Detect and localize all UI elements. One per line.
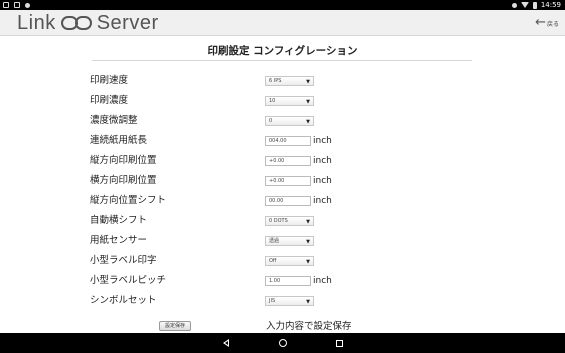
unit-label: inch: [313, 176, 332, 186]
setting-label: 印刷濃度: [90, 95, 129, 106]
setting-row-print-speed: 印刷速度 6 IPS ▼: [0, 74, 565, 90]
select-value: 0: [269, 118, 273, 124]
select-value: 0 DOTS: [269, 218, 288, 224]
status-time: 14:59: [540, 1, 561, 9]
dropdown-caret-icon: ▼: [306, 219, 310, 225]
unit-label: inch: [313, 196, 332, 206]
select-value: Off: [269, 258, 277, 264]
setting-row-horizontal-position: 横方向印刷位置 +0.00 inch: [0, 174, 565, 190]
linkserver-logo: Link Server: [17, 12, 159, 34]
title-divider: [92, 60, 472, 61]
battery-icon: [532, 1, 537, 9]
setting-label: 小型ラベル印字: [90, 255, 157, 266]
nav-recents-button[interactable]: [333, 337, 345, 349]
unit-label: inch: [313, 136, 332, 146]
setting-row-continuous-length: 連続紙用紙長 004.00 inch: [0, 134, 565, 150]
dropdown-caret-icon: ▼: [306, 299, 310, 305]
dropdown-caret-icon: ▼: [306, 239, 310, 245]
setting-row-auto-horizontal-shift: 自動横シフト 0 DOTS ▼: [0, 214, 565, 230]
arrow-left-icon: ←: [535, 15, 546, 30]
android-nav-bar: [0, 333, 565, 353]
density-adjust-select[interactable]: 0 ▼: [265, 116, 314, 126]
setting-row-small-label-pitch: 小型ラベルピッチ 1.00 inch: [0, 274, 565, 290]
print-density-select[interactable]: 10 ▼: [265, 96, 314, 106]
unit-label: inch: [313, 156, 332, 166]
print-speed-select[interactable]: 6 IPS ▼: [265, 76, 314, 86]
save-section: 設定保存 入力内容で設定保存: [0, 320, 565, 334]
setting-label: 用紙センサー: [90, 235, 148, 246]
setting-label: シンボルセット: [90, 295, 157, 306]
back-label: 戻る: [546, 20, 559, 28]
continuous-length-input[interactable]: 004.00: [265, 136, 311, 146]
small-label-print-select[interactable]: Off ▼: [265, 256, 314, 266]
back-triangle-icon: [223, 339, 229, 347]
dropdown-caret-icon: ▼: [306, 259, 310, 265]
horizontal-position-input[interactable]: +0.00: [265, 176, 311, 186]
setting-row-symbol-set: シンボルセット JIS ▼: [0, 294, 565, 310]
dropdown-caret-icon: ▼: [306, 99, 310, 105]
recents-square-icon: [335, 339, 343, 347]
voicemail-icon: [14, 2, 20, 8]
save-settings-button[interactable]: 設定保存: [159, 321, 191, 331]
logo-text-link: Link: [17, 11, 56, 34]
setting-label: 縦方向位置シフト: [90, 195, 167, 206]
setting-label: 自動横シフト: [90, 215, 148, 226]
setting-row-paper-sensor: 用紙センサー 透過 ▼: [0, 234, 565, 250]
setting-label: 連続紙用紙長: [90, 135, 148, 146]
select-value: 6 IPS: [269, 78, 282, 84]
symbol-set-select[interactable]: JIS ▼: [265, 296, 314, 306]
dropdown-caret-icon: ▼: [306, 119, 310, 125]
setting-row-vertical-position: 縦方向印刷位置 +0.00 inch: [0, 154, 565, 170]
setting-label: 濃度微調整: [90, 115, 138, 126]
paper-sensor-select[interactable]: 透過 ▼: [265, 236, 314, 246]
vertical-shift-input[interactable]: 00.00: [265, 196, 311, 206]
chain-link-icon: [60, 15, 93, 31]
setting-label: 縦方向印刷位置: [90, 155, 157, 166]
wifi-icon: [520, 2, 529, 8]
setting-row-density-adjust: 濃度微調整 0 ▼: [0, 114, 565, 130]
logo-text-server: Server: [96, 11, 159, 34]
auto-horizontal-shift-select[interactable]: 0 DOTS ▼: [265, 216, 314, 226]
back-button[interactable]: ← 戻る: [535, 16, 559, 30]
bluetooth-icon: [511, 2, 517, 8]
setting-row-print-density: 印刷濃度 10 ▼: [0, 94, 565, 110]
setting-row-vertical-shift: 縦方向位置シフト 00.00 inch: [0, 194, 565, 210]
screenshot-icon: [3, 2, 9, 8]
app-header: Link Server ← 戻る: [0, 10, 565, 36]
select-value: JIS: [269, 298, 276, 304]
small-label-pitch-input[interactable]: 1.00: [265, 276, 311, 286]
unit-label: inch: [313, 276, 332, 286]
status-left-icons: [3, 0, 30, 10]
dropdown-caret-icon: ▼: [306, 79, 310, 85]
home-circle-icon: [279, 339, 287, 347]
nav-home-button[interactable]: [277, 337, 289, 349]
select-value: 10: [269, 98, 276, 104]
select-value: 透過: [269, 238, 280, 244]
setting-label: 小型ラベルピッチ: [90, 275, 167, 286]
status-right-icons: 14:59: [511, 0, 561, 10]
location-icon: [25, 2, 30, 8]
setting-label: 印刷速度: [90, 75, 129, 86]
save-description: 入力内容で設定保存: [266, 321, 352, 332]
nav-back-button[interactable]: [220, 337, 232, 349]
setting-label: 横方向印刷位置: [90, 175, 157, 186]
page-title: 印刷設定 コンフィグレーション: [207, 45, 358, 57]
vertical-position-input[interactable]: +0.00: [265, 156, 311, 166]
status-bar: 14:59: [0, 0, 565, 10]
setting-row-small-label-print: 小型ラベル印字 Off ▼: [0, 254, 565, 270]
